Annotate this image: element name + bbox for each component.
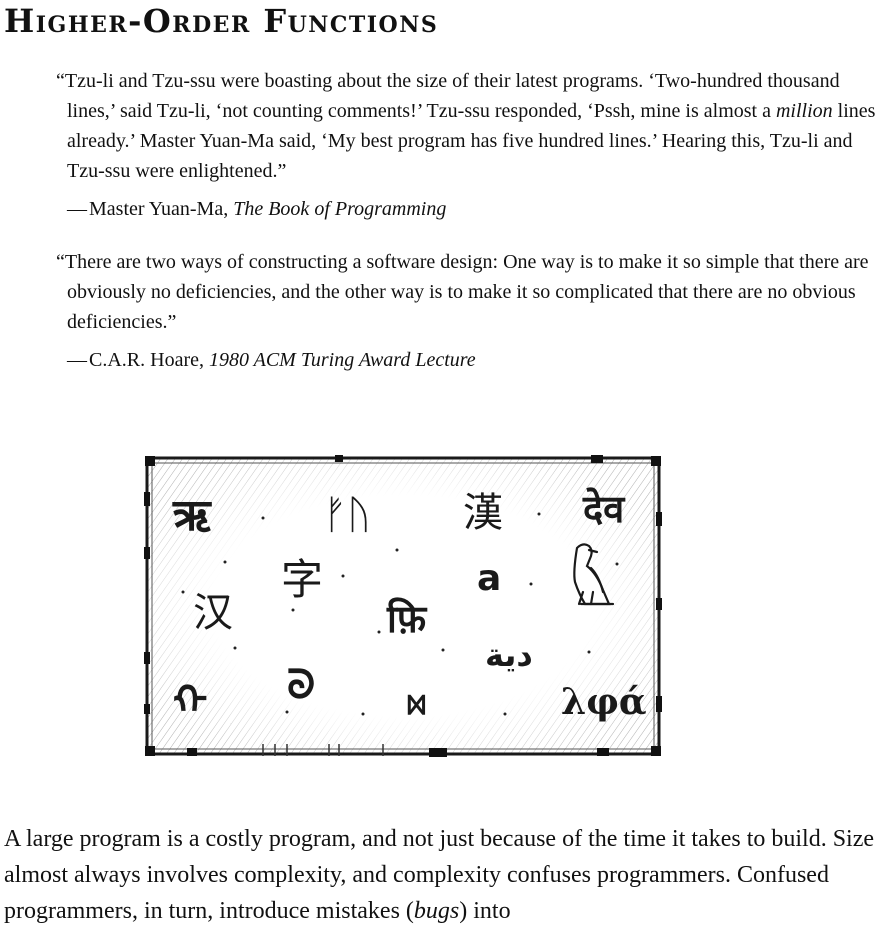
attribution-source: 1980 ACM Turing Award Lecture bbox=[208, 349, 476, 371]
epigraph-quote: “Tzu-li and Tzu-ssu were boasting about … bbox=[56, 66, 878, 186]
kanji-zi-glyph: 字 bbox=[281, 555, 323, 604]
greek-glyph: λφά bbox=[561, 681, 647, 723]
chapter-illustration: ऋ ᚠᚢ 漢 देव 字 a 汉 फ़ि دية ᠬ ᘐ ᢂ λφά bbox=[143, 452, 663, 760]
attribution-dash: — bbox=[67, 349, 87, 371]
attribution-author: Master Yuan-Ma, bbox=[89, 198, 234, 220]
attribution-source: The Book of Programming bbox=[233, 198, 447, 220]
quote-text-part: There are two ways of constructing a sof… bbox=[64, 251, 869, 333]
quote-emphasis: million bbox=[775, 100, 833, 122]
body-paragraph: A large program is a costly program, and… bbox=[4, 821, 880, 929]
canadian-syllabic-glyph: ᘐ bbox=[287, 662, 315, 708]
devanagari-deva-glyph: देव bbox=[582, 487, 626, 531]
epigraph-quote: “There are two ways of constructing a so… bbox=[56, 247, 878, 337]
epigraph-hoare: “There are two ways of constructing a so… bbox=[56, 247, 878, 375]
latin-a-glyph: a bbox=[477, 558, 501, 599]
epigraph-yuan-ma: “Tzu-li and Tzu-ssu were boasting about … bbox=[56, 66, 878, 224]
scripts-tablet-illustration: ऋ ᚠᚢ 漢 देव 字 a 汉 फ़ि دية ᠬ ᘐ ᢂ λφά bbox=[144, 455, 662, 757]
attribution-dash: — bbox=[67, 198, 87, 220]
open-quote-mark: “ bbox=[56, 251, 65, 273]
devanagari-ri-glyph: ऋ bbox=[172, 490, 212, 541]
quote-text-part: Tzu-li and Tzu-ssu were boasting about t… bbox=[64, 70, 840, 122]
runic-glyph: ᚠᚢ bbox=[323, 492, 371, 538]
small-script-glyph: ᢂ bbox=[407, 690, 426, 723]
body-emphasis: bugs bbox=[413, 898, 460, 924]
attribution-author: C.A.R. Hoare, bbox=[89, 349, 209, 371]
open-quote-mark: “ bbox=[56, 70, 65, 92]
chapter-title: Higher-Order Functions bbox=[4, 2, 439, 40]
body-text: ) into bbox=[459, 898, 511, 924]
kanji-han-glyph: 漢 bbox=[463, 490, 503, 536]
mongolian-glyph: ᠬ bbox=[173, 678, 208, 724]
arabic-glyph: دية bbox=[485, 636, 533, 674]
epigraph-attribution: — Master Yuan-Ma, The Book of Programming bbox=[67, 194, 878, 224]
devanagari-phi-glyph: फ़ि bbox=[386, 597, 428, 641]
simplified-han-glyph: 汉 bbox=[193, 590, 233, 636]
epigraph-attribution: — C.A.R. Hoare, 1980 ACM Turing Award Lec… bbox=[67, 345, 878, 375]
